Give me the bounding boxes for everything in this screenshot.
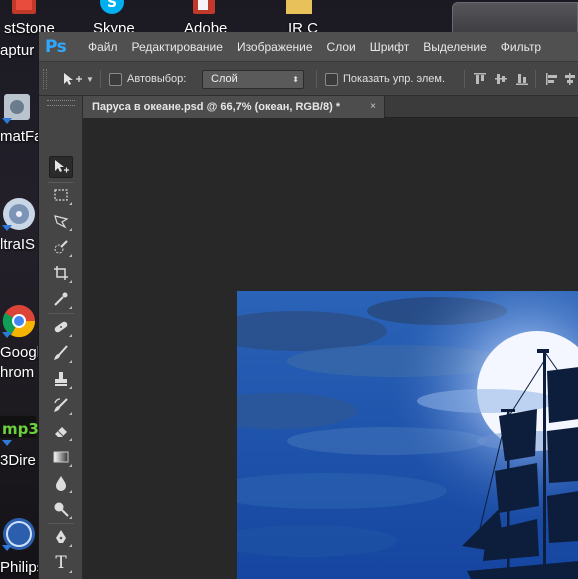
show-transform-label: Показать упр. элем.	[343, 73, 446, 85]
desktop-label-philips: Philips	[0, 559, 40, 576]
menu-filter[interactable]: Фильтр	[494, 32, 548, 62]
menu-layers[interactable]: Слои	[320, 32, 363, 62]
options-bar: ▼ Автовыбор: Слой ⬍ Показать упр. элем.	[39, 62, 578, 96]
menu-file[interactable]: Файл	[81, 32, 125, 62]
divider	[316, 70, 317, 88]
divider	[48, 313, 74, 314]
show-transform-checkbox[interactable]	[325, 72, 338, 86]
photoshop-window: Ps Файл Редактирование Изображение Слои …	[38, 32, 578, 579]
google-chrome-icon[interactable]	[0, 302, 38, 340]
options-bar-grip[interactable]	[43, 69, 47, 89]
document-canvas[interactable]	[237, 291, 578, 579]
dodge-tool[interactable]	[49, 498, 73, 520]
desktop-label-ultraiso: ltraIS	[0, 236, 36, 253]
gradient-icon	[53, 451, 69, 463]
clone-stamp-tool[interactable]	[49, 368, 73, 390]
autoselect-checkbox[interactable]	[109, 72, 122, 86]
eyedropper-icon	[54, 292, 68, 306]
history-brush-tool[interactable]	[49, 394, 73, 416]
desktop-label-capture: aptur	[0, 42, 35, 59]
divider	[535, 70, 536, 88]
mp3-directcut-icon[interactable]: mp3	[0, 410, 38, 448]
history-brush-icon	[54, 398, 68, 412]
dodge-icon	[54, 502, 69, 517]
autoselect-label: Автовыбор:	[127, 73, 187, 85]
lasso-tool[interactable]	[49, 210, 73, 232]
align-bottom-icon[interactable]	[515, 72, 529, 86]
photoshop-logo[interactable]: Ps	[45, 36, 71, 58]
quick-selection-tool[interactable]	[49, 236, 73, 258]
desktop-label-chrome: Google	[0, 344, 40, 361]
autoselect-dropdown[interactable]: Слой ⬍	[202, 69, 304, 89]
move-tool-icon	[55, 160, 69, 173]
divider	[100, 70, 101, 88]
ultraiso-icon[interactable]	[0, 195, 38, 233]
close-tab-button[interactable]: ×	[370, 96, 376, 118]
crop-tool[interactable]	[49, 262, 73, 284]
move-tool-icon	[64, 73, 82, 85]
water-drop-icon	[56, 476, 66, 491]
lasso-icon	[54, 215, 69, 229]
type-tool[interactable]: T	[49, 552, 73, 574]
desktop-label-formatfactory: matFa	[0, 128, 40, 145]
quick-selection-icon	[54, 240, 68, 254]
svg-text:mp3: mp3	[2, 420, 38, 438]
document-tab-title: Паруса в океане.psd @ 66,7% (океан, RGB/…	[92, 101, 341, 113]
align-left-icon[interactable]	[545, 72, 559, 86]
chevron-down-icon: ▼	[86, 74, 94, 84]
align-hcenter-icon[interactable]	[563, 72, 577, 86]
eyedropper-tool[interactable]	[49, 288, 73, 310]
workspace[interactable]	[83, 118, 578, 579]
band-aid-icon	[54, 321, 68, 333]
crop-icon	[54, 266, 68, 280]
menu-type[interactable]: Шрифт	[363, 32, 416, 62]
align-vcenter-icon[interactable]	[494, 72, 508, 86]
blur-tool[interactable]	[49, 472, 73, 494]
spot-healing-tool[interactable]	[49, 316, 73, 338]
divider	[48, 523, 74, 524]
document-tab[interactable]: Паруса в океане.psd @ 66,7% (океан, RGB/…	[83, 96, 385, 118]
eraser-tool[interactable]	[49, 420, 73, 442]
philips-icon[interactable]	[0, 515, 38, 553]
gradient-tool[interactable]	[49, 446, 73, 468]
adobe-icon	[193, 0, 215, 14]
folder-icon	[286, 0, 312, 14]
background-window[interactable]	[452, 2, 578, 34]
dropdown-updown-icon: ⬍	[292, 74, 299, 84]
rect-marquee-icon	[54, 189, 68, 201]
type-icon: T	[55, 553, 67, 573]
menu-bar: Ps Файл Редактирование Изображение Слои …	[39, 32, 578, 62]
skype-icon: S	[100, 0, 124, 14]
desktop-label-mp3directcut: 3Dire	[0, 452, 36, 469]
format-factory-icon[interactable]	[0, 88, 38, 126]
menu-select[interactable]: Выделение	[416, 32, 494, 62]
svg-text:S: S	[107, 0, 117, 11]
divider	[48, 182, 74, 183]
toolbox: T	[39, 96, 83, 579]
divider	[464, 70, 465, 88]
sailing-ship-image	[237, 291, 578, 579]
brush-tool[interactable]	[49, 342, 73, 364]
pen-icon	[56, 530, 66, 543]
desktop-label-chrome-2: hrom	[0, 364, 35, 381]
pen-tool[interactable]	[49, 526, 73, 548]
tool-preset-picker[interactable]: ▼	[61, 62, 94, 96]
faststone-capture-icon	[12, 0, 36, 14]
autoselect-value: Слой	[211, 72, 238, 85]
brush-icon	[54, 345, 68, 360]
move-tool[interactable]	[49, 156, 73, 178]
rect-marquee-tool[interactable]	[49, 184, 73, 206]
eraser-icon	[55, 427, 67, 437]
menu-image[interactable]: Изображение	[230, 32, 320, 62]
align-top-icon[interactable]	[473, 72, 487, 86]
stamp-icon	[55, 372, 67, 386]
toolbox-grip[interactable]	[47, 100, 75, 106]
document-tab-bar: Паруса в океане.psd @ 66,7% (океан, RGB/…	[83, 96, 578, 118]
menu-edit[interactable]: Редактирование	[125, 32, 230, 62]
